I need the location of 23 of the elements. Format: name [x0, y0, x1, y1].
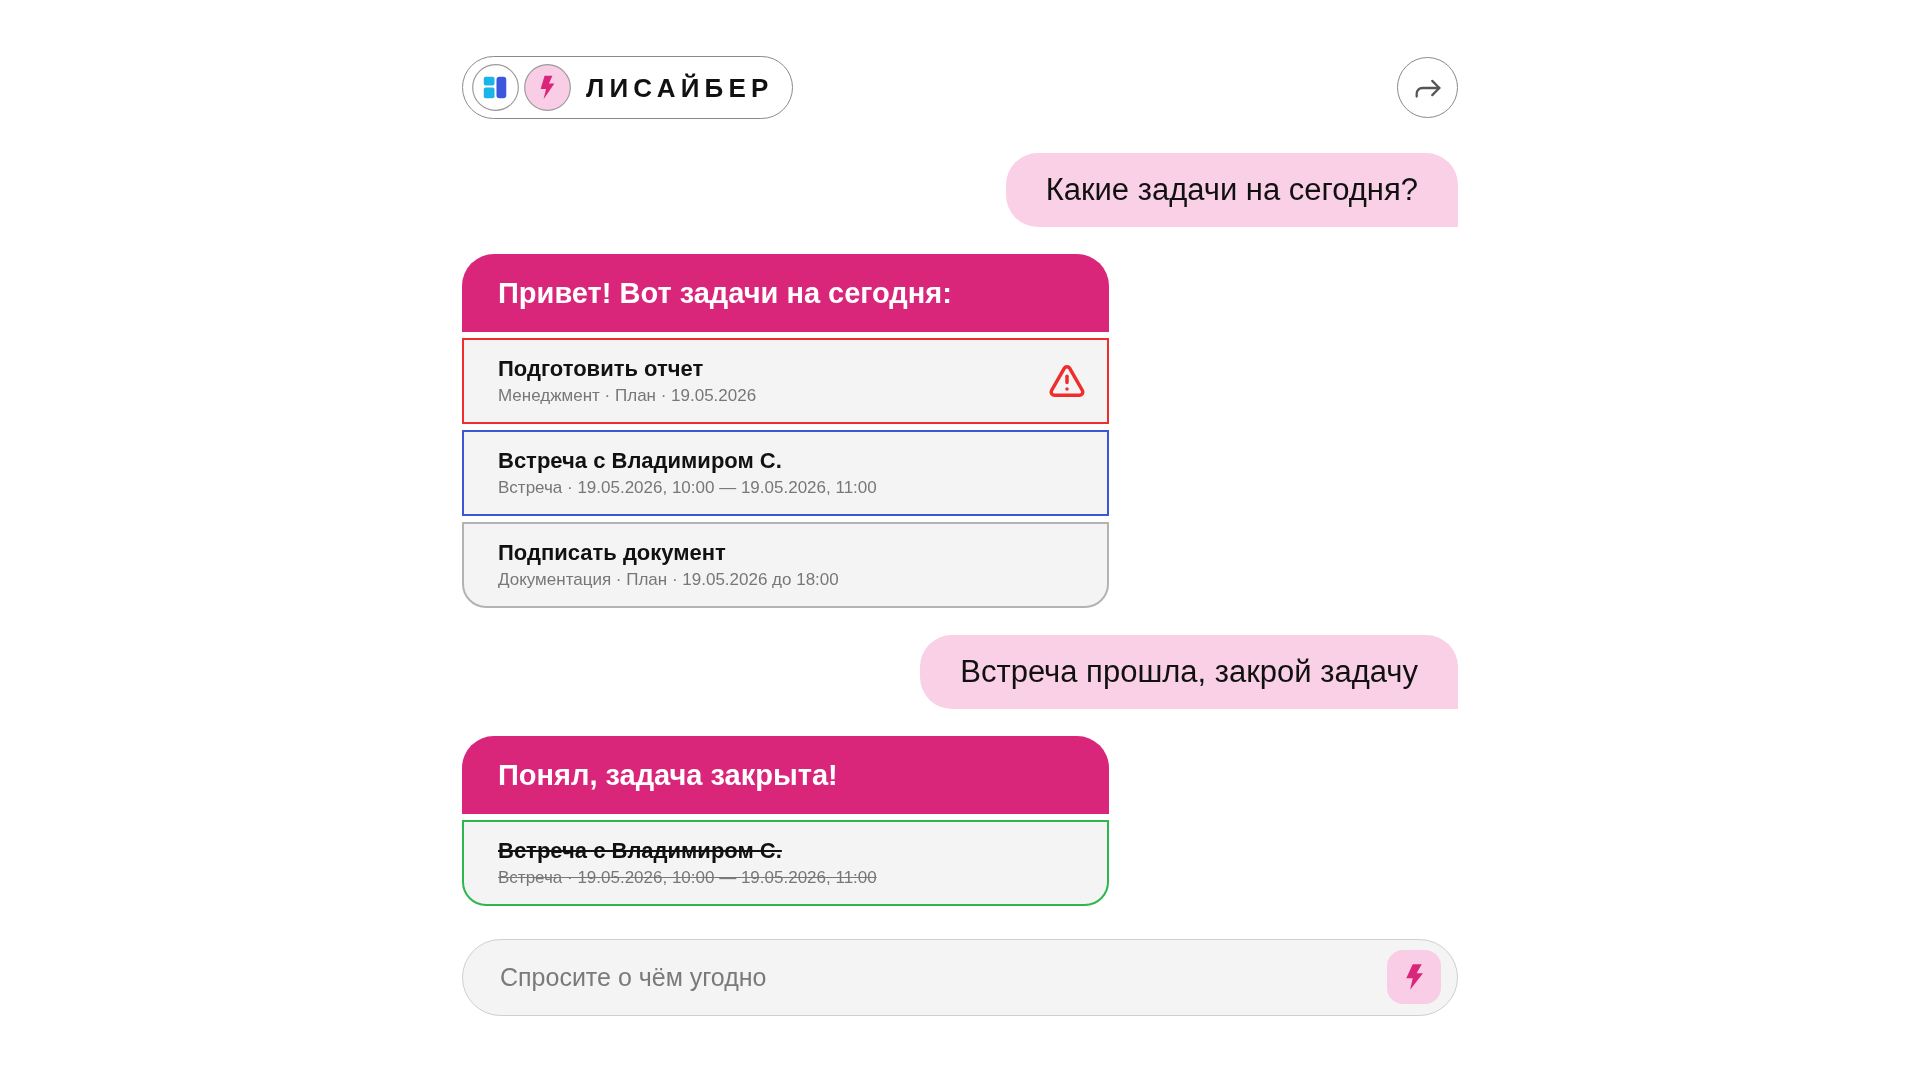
task-card[interactable]: Встреча с Владимиром С. Встреча · 19.05.2026, 10:00 — 19.05.2026, 11:00	[462, 820, 1109, 906]
task-title: Встреча с Владимиром С.	[498, 447, 783, 474]
task-title: Встреча с Владимиром С.	[498, 837, 783, 864]
bot-message-header: Понял, задача закрыта!	[462, 736, 1109, 814]
warning-icon	[1047, 362, 1087, 400]
task-card[interactable]: Подписать документ Документация · План · 19.05.2026 до 18:00	[462, 522, 1109, 608]
user-message: Какие задачи на сегодня?	[1005, 153, 1458, 227]
task-details: Встреча · 19.05.2026, 10:00 — 19.05.2026, 11:00	[498, 477, 877, 499]
task-details: Встреча · 19.05.2026, 10:00 — 19.05.2026, 11:00	[498, 867, 877, 889]
task-card[interactable]: Подготовить отчет Менеджмент · План · 19.05.2026	[462, 338, 1109, 424]
send-button[interactable]	[1387, 950, 1441, 1004]
task-card[interactable]: Встреча с Владимиром С. Встреча · 19.05.2026, 10:00 — 19.05.2026, 11:00	[462, 430, 1109, 516]
task-details: Менеджмент · План · 19.05.2026	[498, 385, 757, 407]
lightning-icon	[524, 64, 571, 111]
task-title: Подписать документ	[498, 539, 727, 566]
task-title: Подготовить отчет	[498, 355, 705, 382]
user-message: Встреча прошла, закрой задачу	[920, 635, 1458, 709]
tiles-icon	[472, 64, 519, 111]
brand-name: ЛИСАЙБЕР	[586, 74, 774, 101]
task-details: Документация · План · 19.05.2026 до 18:00	[498, 569, 839, 591]
bot-message-header: Привет! Вот задачи на сегодня:	[462, 254, 1109, 332]
lightning-icon	[1405, 964, 1423, 990]
message-input[interactable]: Спросите о чём угодно	[462, 939, 1458, 1016]
